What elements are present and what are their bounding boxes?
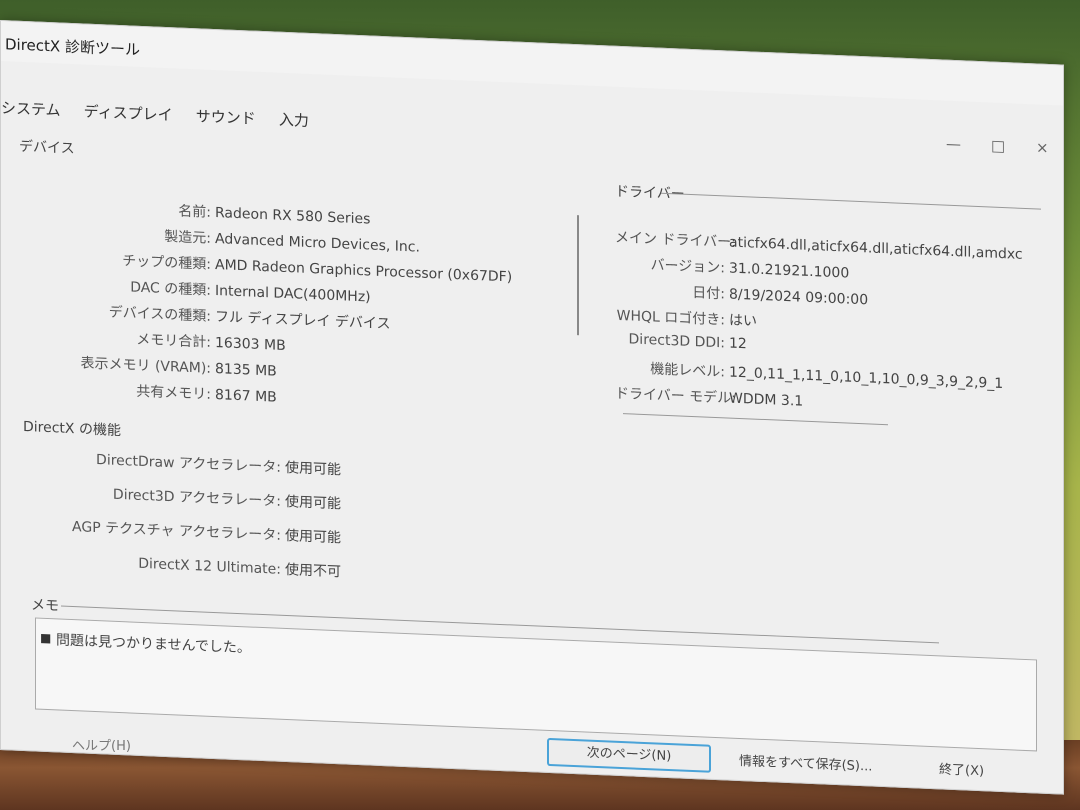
driver-group-line xyxy=(661,192,1041,210)
d3d-ddi-label: Direct3D DDI: xyxy=(628,331,725,352)
whql-row: WHQL ロゴ付き: はい xyxy=(615,305,757,331)
device-type-label: デバイスの種類: xyxy=(108,304,211,325)
save-all-button[interactable]: 情報をすべて保存(S)... xyxy=(739,750,872,775)
minimize-button[interactable]: — xyxy=(946,135,961,154)
title-bar: DirectX 診断ツール xyxy=(1,21,1063,106)
notes-box[interactable]: ■ 問題は見つかりませんでした。 xyxy=(35,617,1037,752)
driver-bottom-line xyxy=(623,413,888,426)
directdraw-value: 使用可能 xyxy=(285,459,341,479)
tab-sound[interactable]: サウンド xyxy=(196,105,256,129)
agp-label: AGP テクスチャ アクセラレータ: xyxy=(72,519,281,544)
date-value: 8/19/2024 09:00:00 xyxy=(729,286,869,309)
version-label: バージョン: xyxy=(650,257,725,277)
notes-group-label: メモ xyxy=(31,597,59,615)
close-button[interactable]: × xyxy=(1036,138,1049,157)
direct3d-value: 使用可能 xyxy=(285,493,341,513)
whql-value: はい xyxy=(729,312,757,330)
total-memory-label: メモリ合計: xyxy=(136,331,211,351)
tab-bar: システム ディスプレイ サウンド 入力 xyxy=(1,97,327,141)
device-name-label: 名前: xyxy=(178,203,211,221)
driver-model-label: ドライバー モデル: xyxy=(615,385,736,407)
dac-type-label: DAC の種類: xyxy=(130,279,211,299)
dx12-ultimate-label: DirectX 12 Ultimate: xyxy=(138,555,281,578)
chip-type-label: チップの種類: xyxy=(122,253,211,273)
dx12-ultimate-value: 使用不可 xyxy=(285,561,341,581)
device-group-label: デバイス xyxy=(19,138,75,158)
tab-input[interactable]: 入力 xyxy=(279,109,309,131)
shared-memory-label: 共有メモリ: xyxy=(136,383,211,403)
device-name-value: Radeon RX 580 Series xyxy=(215,205,371,228)
column-divider xyxy=(577,215,579,336)
next-page-button[interactable]: 次のページ(N) xyxy=(547,737,711,773)
date-label: 日付: xyxy=(692,285,725,303)
exit-button[interactable]: 終了(X) xyxy=(939,758,984,779)
direct3d-row: Direct3D アクセラレータ: 使用可能 xyxy=(1,479,341,513)
manufacturer-label: 製造元: xyxy=(164,228,211,247)
version-row: バージョン: 31.0.21921.1000 xyxy=(615,253,850,283)
tab-system[interactable]: システム xyxy=(1,97,61,120)
vram-label: 表示メモリ (VRAM): xyxy=(80,355,211,377)
d3d-ddi-value: 12 xyxy=(729,335,747,353)
maximize-button[interactable]: □ xyxy=(991,137,1005,156)
bullet-icon: ■ xyxy=(40,630,52,646)
vram-value: 8135 MB xyxy=(215,361,277,380)
d3d-ddi-row: Direct3D DDI: 12 xyxy=(615,331,747,353)
whql-label: WHQL ロゴ付き: xyxy=(616,307,725,329)
driver-group-label: ドライバー xyxy=(615,183,685,203)
driver-model-row: ドライバー モデル:WDDM 3.1 xyxy=(615,383,803,411)
date-row: 日付: 8/19/2024 09:00:00 xyxy=(615,279,868,310)
agp-row: AGP テクスチャ アクセラレータ: 使用可能 xyxy=(1,513,341,547)
feature-levels-label: 機能レベル: xyxy=(650,361,725,381)
directdraw-row: DirectDraw アクセラレータ: 使用可能 xyxy=(1,445,341,479)
driver-model-value: WDDM 3.1 xyxy=(729,390,804,410)
features-group-label: DirectX の機能 xyxy=(23,418,121,440)
tab-display[interactable]: ディスプレイ xyxy=(84,101,173,126)
directdraw-label: DirectDraw アクセラレータ: xyxy=(96,452,281,476)
dac-type-value: Internal DAC(400MHz) xyxy=(215,283,371,306)
direct3d-label: Direct3D アクセラレータ: xyxy=(112,486,281,510)
main-driver-label: メイン ドライバー: xyxy=(615,229,736,251)
note-item: 問題は見つかりませんでした。 xyxy=(56,632,251,657)
dx12-ultimate-row: DirectX 12 Ultimate: 使用不可 xyxy=(1,547,341,581)
window-title: DirectX 診断ツール xyxy=(5,35,140,59)
total-memory-value: 16303 MB xyxy=(215,335,286,354)
device-type-value: フル ディスプレイ デバイス xyxy=(215,309,391,333)
agp-value: 使用可能 xyxy=(285,527,341,547)
feature-levels-value: 12_0,11_1,11_0,10_1,10_0,9_3,9_2,9_1 xyxy=(729,364,1004,393)
manufacturer-value: Advanced Micro Devices, Inc. xyxy=(215,231,420,256)
help-button[interactable]: ヘルプ(H) xyxy=(72,735,131,754)
dxdiag-window: DirectX 診断ツール — □ × システム ディスプレイ サウンド 入力 … xyxy=(0,20,1064,795)
shared-memory-value: 8167 MB xyxy=(215,387,277,406)
version-value: 31.0.21921.1000 xyxy=(729,260,850,282)
shared-memory-row: 共有メモリ: 8167 MB xyxy=(1,375,277,407)
